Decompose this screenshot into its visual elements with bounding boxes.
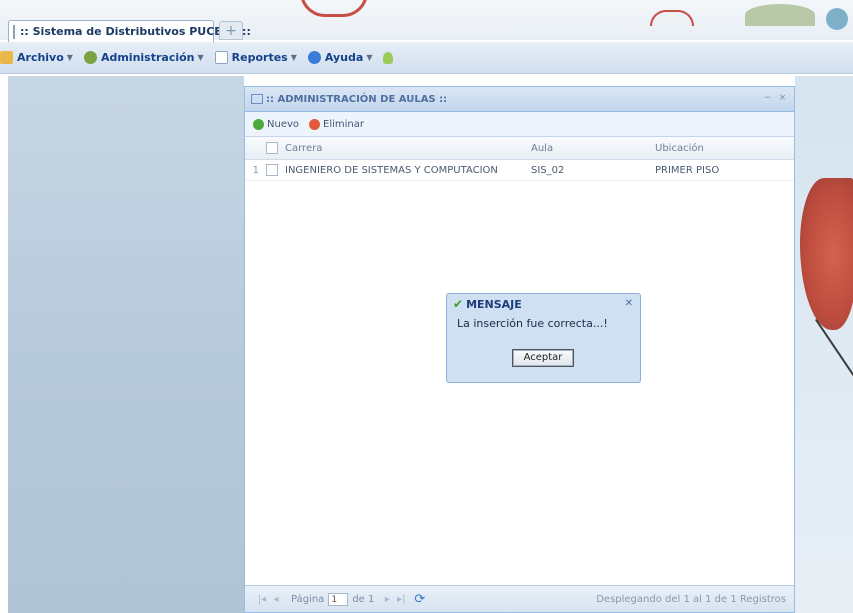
window-header: :: ADMINISTRACIÓN DE AULAS :: − × — [245, 87, 794, 112]
cell-ubicacion: PRIMER PISO — [655, 164, 720, 176]
cell-carrera: INGENIERO DE SISTEMAS Y COMPUTACIÓN — [285, 164, 498, 176]
browser-tab-strip: :: Sistema de Distributivos PUCESA :: + — [0, 0, 853, 42]
paging-toolbar: |◂ ◂ Página 1 de 1 ▸ ▸| ⟳ Desplegando de… — [245, 585, 794, 612]
chevron-down-icon: ▼ — [366, 53, 373, 62]
message-header: ✔ MENSAJE — [447, 294, 640, 314]
new-button[interactable]: Nuevo — [253, 118, 300, 130]
decoration-shape — [745, 4, 815, 26]
column-header-aula[interactable]: Aula — [527, 143, 651, 154]
row-number: 1 — [252, 164, 259, 176]
message-title: MENSAJE — [466, 297, 522, 311]
message-dialog: ✔ MENSAJE ✕ La inserción fue correcta...… — [446, 293, 641, 383]
window-title: :: ADMINISTRACIÓN DE AULAS :: — [266, 93, 448, 105]
accept-button[interactable]: Aceptar — [512, 349, 574, 367]
decoration-swirl — [300, 0, 368, 17]
next-page-icon[interactable]: ▸ — [380, 594, 394, 605]
window-icon — [251, 94, 263, 104]
delete-button[interactable]: Eliminar — [309, 118, 364, 130]
cell-aula: SIS_02 — [531, 164, 565, 176]
browser-tab[interactable]: :: Sistema de Distributivos PUCESA :: — [8, 20, 251, 42]
menu-reportes-label: Reportes — [231, 51, 288, 64]
prev-page-icon[interactable]: ◂ — [269, 594, 283, 605]
refresh-icon[interactable]: ⟳ — [414, 592, 425, 607]
report-icon — [214, 51, 228, 64]
table-row[interactable]: 1 INGENIERO DE SISTEMAS Y COMPUTACIÓN SI… — [245, 160, 794, 181]
decoration-circle — [826, 8, 848, 30]
last-page-icon[interactable]: ▸| — [394, 594, 408, 605]
column-header-carrera[interactable]: Carrera — [281, 143, 527, 154]
delete-icon — [309, 118, 321, 130]
message-text: La inserción fue correcta...! — [457, 317, 608, 330]
desktop-background-left — [8, 76, 244, 613]
new-tab-button[interactable]: + — [219, 21, 243, 40]
grid-header: Carrera Aula Ubicación — [245, 137, 794, 160]
chevron-down-icon: ▼ — [66, 53, 73, 62]
delete-button-label: Eliminar — [323, 118, 364, 130]
row-checkbox[interactable] — [259, 164, 281, 176]
paging-info: Desplegando del 1 al 1 de 1 Registros — [596, 593, 786, 605]
decoration-swirl-2 — [650, 10, 694, 26]
close-icon[interactable]: ✕ — [625, 298, 633, 309]
first-page-icon[interactable]: |◂ — [255, 594, 269, 605]
select-all-checkbox[interactable] — [259, 142, 281, 154]
menu-ayuda[interactable]: Ayuda ▼ — [307, 51, 373, 64]
page-number-input[interactable]: 1 — [328, 592, 349, 606]
menu-administracion-label: Administración — [100, 51, 195, 64]
close-icon[interactable]: × — [777, 93, 788, 104]
minimize-icon[interactable]: − — [762, 93, 773, 104]
add-icon — [253, 118, 264, 130]
help-icon — [307, 51, 321, 64]
settings-icon — [83, 51, 97, 64]
chevron-down-icon: ▼ — [290, 53, 297, 62]
column-header-ubicacion[interactable]: Ubicación — [651, 143, 791, 154]
menu-archivo[interactable]: Archivo ▼ — [0, 51, 73, 64]
menu-reportes[interactable]: Reportes ▼ — [214, 51, 297, 64]
menu-ayuda-label: Ayuda — [324, 51, 364, 64]
plugin-icon[interactable] — [383, 51, 394, 64]
menu-archivo-label: Archivo — [17, 51, 64, 64]
checkmark-icon: ✔ — [453, 297, 464, 311]
chevron-down-icon: ▼ — [197, 53, 204, 62]
page-icon — [13, 24, 15, 39]
desktop-background-right — [795, 76, 853, 613]
app-menubar: Archivo ▼ Administración ▼ Reportes ▼ Ay… — [0, 42, 853, 74]
new-button-label: Nuevo — [267, 118, 300, 130]
menu-administracion[interactable]: Administración ▼ — [83, 51, 204, 64]
page-of-label: de 1 — [352, 593, 375, 605]
folder-icon — [0, 51, 13, 64]
browser-tab-title: :: Sistema de Distributivos PUCESA :: — [20, 25, 251, 38]
page-label: Página — [291, 593, 325, 605]
window-toolbar: Nuevo Eliminar — [245, 112, 794, 137]
